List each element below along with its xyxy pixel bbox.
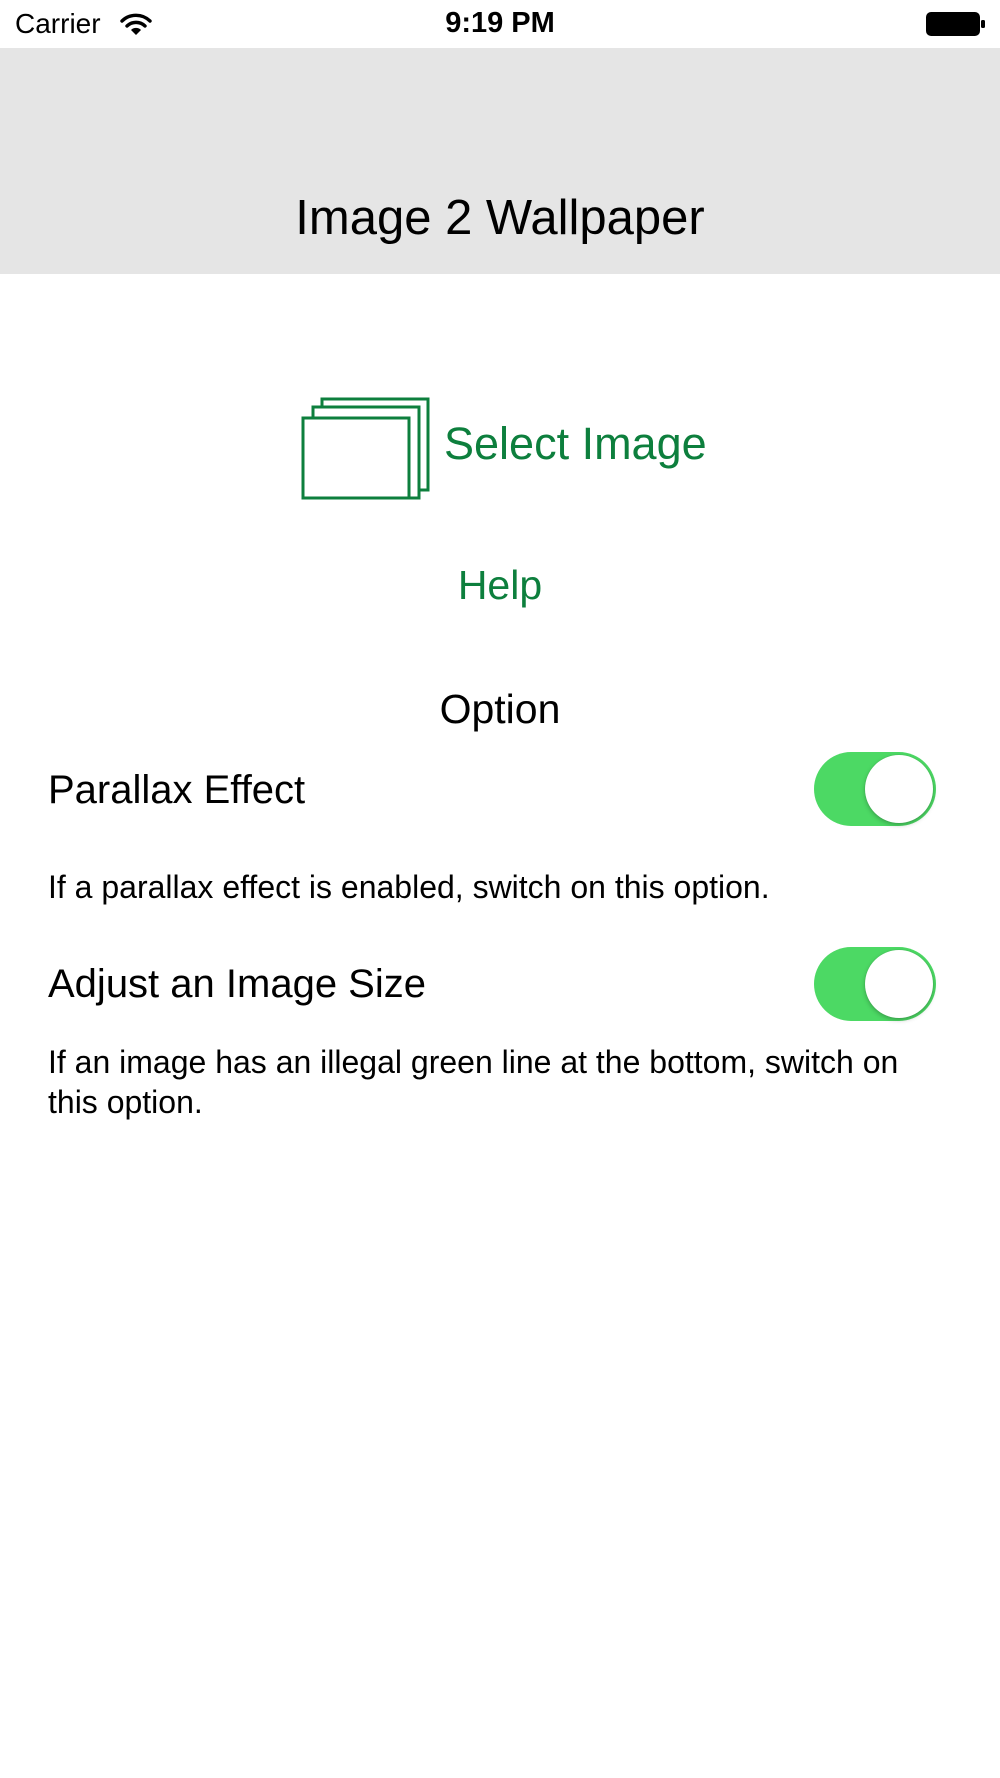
status-time: 9:19 PM bbox=[445, 7, 555, 39]
image-stack-icon bbox=[301, 397, 430, 500]
select-image-button[interactable]: Select Image bbox=[298, 394, 718, 504]
battery-icon bbox=[926, 12, 985, 36]
help-button[interactable]: Help bbox=[0, 565, 1000, 606]
adjust-image-size-toggle[interactable] bbox=[814, 947, 936, 1021]
navigation-bar: Image 2 Wallpaper bbox=[0, 48, 1000, 274]
toggle-knob bbox=[865, 755, 933, 823]
option-heading: Option bbox=[439, 686, 561, 732]
page-title: Image 2 Wallpaper bbox=[295, 191, 705, 245]
select-image-label: Select Image bbox=[444, 418, 707, 469]
adjust-image-size-description: If an image has an illegal green line at… bbox=[48, 1044, 899, 1120]
toggle-knob bbox=[865, 950, 933, 1018]
parallax-effect-label: Parallax Effect bbox=[48, 768, 306, 812]
parallax-effect-description: If a parallax effect is enabled, switch … bbox=[48, 869, 770, 905]
parallax-effect-toggle[interactable] bbox=[814, 752, 936, 826]
adjust-image-size-label: Adjust an Image Size bbox=[48, 962, 426, 1006]
status-bar: Carrier 9:19 PM bbox=[0, 0, 1000, 48]
